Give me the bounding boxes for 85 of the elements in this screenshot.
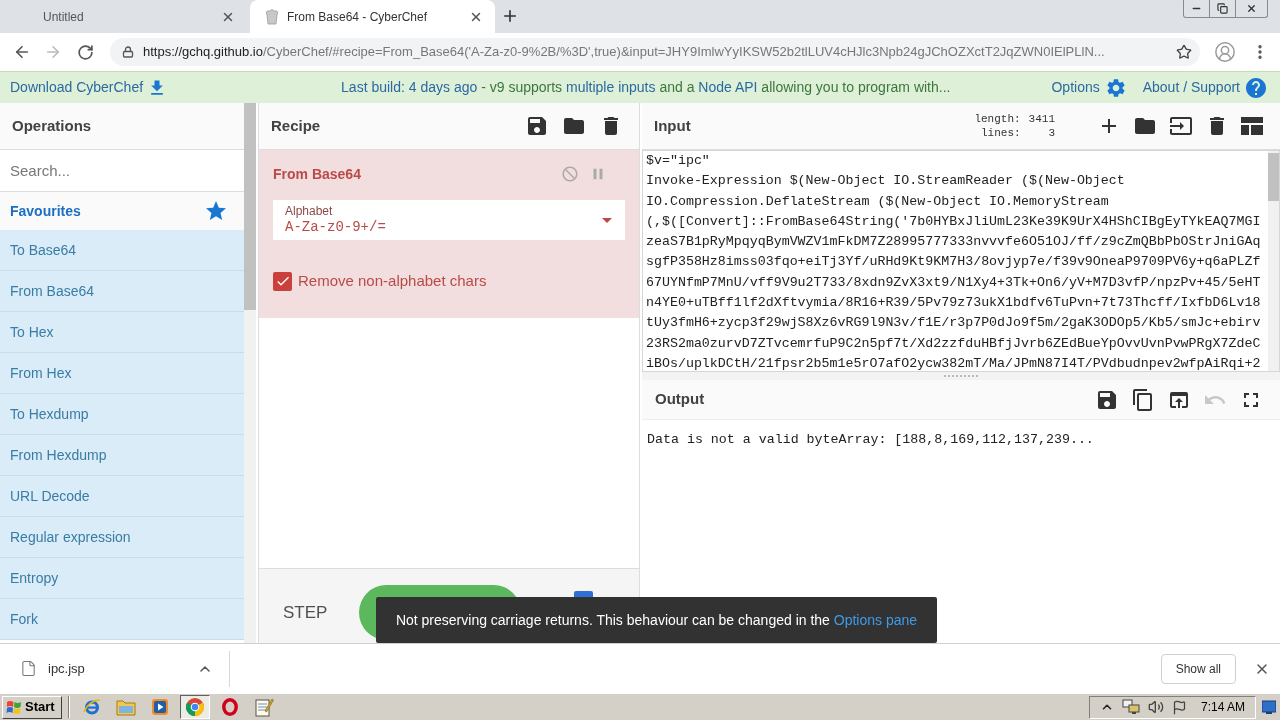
layout-icon[interactable] [1241, 117, 1263, 135]
browser-tab[interactable]: From Base64 - CyberChef [250, 0, 495, 33]
start-button[interactable]: Start [2, 695, 62, 719]
taskbar-app-button[interactable] [180, 695, 210, 719]
hat-icon [265, 8, 279, 25]
desktop-icon[interactable] [1262, 700, 1276, 714]
network-icon[interactable] [1121, 699, 1140, 715]
flag-logo-icon [6, 699, 22, 715]
flag-icon[interactable] [1171, 699, 1187, 715]
code-line: n4YE0+uTBff1lf2dXftvymia/8R16+R39/5Pv79z73ukX1bdfv6TuPvn+7t73Thcff/IxfbD6Lv18 [646, 294, 1261, 313]
new-tab-icon[interactable] [501, 7, 519, 25]
code-line: sgfP358Hz8imss03fqo+eiTj3Yf/uRHd9Kt9KM7H3/8ovjyp7e/f39v9OneaP9709PV6y+q6aPLZf [646, 253, 1261, 272]
scrollbar-thumb[interactable] [1268, 153, 1279, 201]
code-line: $v="ipc" [646, 152, 710, 170]
stat-value: 3411 [1028, 112, 1055, 126]
code-line: 23RS2ma0zurvD7ZTvcemrfuP9C2n5pf7t/Xd2zzfduHBfjJvrb6ZEdBueYpOvvUvnPvwPRgX7ZdeC [646, 334, 1261, 353]
show-all-button[interactable]: Show all [1160, 653, 1236, 684]
options-link[interactable]: Options [1051, 77, 1100, 98]
code-line: 67UYNfmP7MnU/vff9V9u2T733/8xdn9ZvX3xt9/N1Xy4+3Tk+On6/yV+M7D3vfP/npzPv+45/5eHT [646, 273, 1261, 292]
operation-item[interactable]: From Hexdump [0, 435, 244, 476]
save-icon[interactable] [525, 114, 549, 138]
back-icon[interactable] [13, 43, 31, 61]
operation-item[interactable]: From Hex [0, 353, 244, 394]
code-line: iBOs/uplkDCtH/21fpsr2b5m1e5rO7afO2ycw382mT/Ma/JPmN87I4T/PVdbudnpev2wfpAiRqi+2 [646, 354, 1261, 371]
step-button[interactable]: STEP [273, 585, 338, 640]
stat-label: length: [974, 112, 1021, 126]
stat-value: 3 [1047, 126, 1055, 140]
clock[interactable]: 7:14 AM [1200, 698, 1245, 716]
toast-message: Not preserving carriage returns. This behaviour can be changed in the Options pane [395, 610, 918, 630]
speaker-icon[interactable] [1147, 699, 1164, 715]
sign-in-icon[interactable] [1169, 114, 1193, 138]
folder-icon [116, 698, 136, 716]
settings-icon[interactable] [1104, 76, 1127, 99]
alphabet-select[interactable]: Alphabet A-Za-z0-9+/= [273, 200, 625, 240]
code-line: (,$([Convert]::FromBase64String('7b0HYBxJliUmL23Ke39K9UrX4HShCIBgEyTYkEAQ7MGI [646, 212, 1261, 231]
output-text: Data is not a valid byteArray: [188,8,169,112,137,239... [647, 432, 1094, 447]
panel-title: Output [655, 389, 706, 410]
operation-item[interactable]: To Hexdump [0, 394, 244, 435]
panel-title: Operations [12, 115, 92, 136]
notice-link[interactable]: Last build: 4 days ago [341, 79, 478, 95]
restore-icon [1217, 3, 1228, 14]
notice-link[interactable]: Node API [698, 79, 758, 95]
ring-icon [222, 698, 238, 716]
code-line: Invoke-Expression $(New-Object IO.StreamReader ($(New-Object [646, 172, 1125, 191]
options-pane-link[interactable]: Options pane [833, 611, 918, 628]
pane-resize-handle[interactable] [642, 372, 1280, 380]
help-icon[interactable] [1244, 75, 1268, 100]
download-item[interactable]: ipc.jsp [0, 650, 230, 687]
operation-item[interactable]: Entropy [0, 558, 244, 599]
operation-item[interactable]: To Hex [0, 312, 244, 353]
play-icon [151, 698, 169, 716]
copy-icon[interactable] [1131, 387, 1155, 412]
stat-label: lines: [980, 126, 1021, 140]
close-icon [1246, 3, 1257, 14]
code-line: IO.Compression.DeflateStream ($(New-Object IO.MemoryStream [646, 192, 1109, 211]
favourites-category[interactable]: Favourites [0, 192, 244, 230]
browser-tab[interactable]: Untitled [0, 0, 245, 33]
operation-item[interactable]: URL Decode [0, 476, 244, 517]
panel-title: Input [654, 115, 692, 136]
bookmark-star-icon[interactable] [1176, 44, 1192, 60]
operation-item[interactable]: From Base64 [0, 271, 244, 312]
notepad-icon [254, 697, 274, 717]
checkbox[interactable] [273, 271, 292, 291]
operation-title: From Base64 [273, 164, 362, 184]
browser-logo-icon [186, 698, 204, 716]
code-line: tUy3fmH6+zycp3f29wjS8Xz6vRG9l9N3v/f1E/r3p7P0dJo9f5m/2gaK3ODOp5/Kb5/smJc+ebirv [646, 314, 1261, 333]
checkbox-label[interactable]: Remove non-alphabet chars [298, 269, 487, 293]
operation-item[interactable]: Regular expression [0, 517, 244, 558]
notice-link[interactable]: multiple inputs [566, 79, 656, 95]
e-logo-icon [83, 698, 101, 716]
build-notice: Last build: 4 days ago - v9 supports multiple inputs and a Node API allowing you to program with... [341, 78, 951, 97]
reload-icon[interactable] [77, 43, 94, 61]
file-icon [20, 660, 37, 677]
profile-icon[interactable] [1214, 41, 1236, 63]
scrollbar-thumb[interactable] [244, 103, 256, 310]
caret-icon [602, 217, 612, 223]
code-line: zeaS7B1pRyMpqyqBymVWZV1mFkDM7Z28995777333nvvvfe6O51OJ/ff/z9cZmQBbPbOStrJniGAq [646, 233, 1261, 252]
about-link[interactable]: About / Support [1142, 77, 1240, 98]
address-field[interactable]: https://gchq.github.io/CyberChef/#recipe=From_Base64('A-Za-z0-9%2B/%3D',true)&input=JHY9ImlwYyIKSW52b2tlLUV4cHJlc3Npb24gJChOZXctT2JqZWN0IElPLlN... [110, 38, 1200, 66]
operation-item[interactable]: To Base64 [0, 230, 244, 271]
star-icon [204, 199, 228, 223]
download-link[interactable]: Download CyberChef [10, 77, 144, 98]
operation-item[interactable]: Fork [0, 599, 244, 640]
panel-title: Recipe [271, 115, 322, 136]
lock-icon [122, 46, 134, 58]
